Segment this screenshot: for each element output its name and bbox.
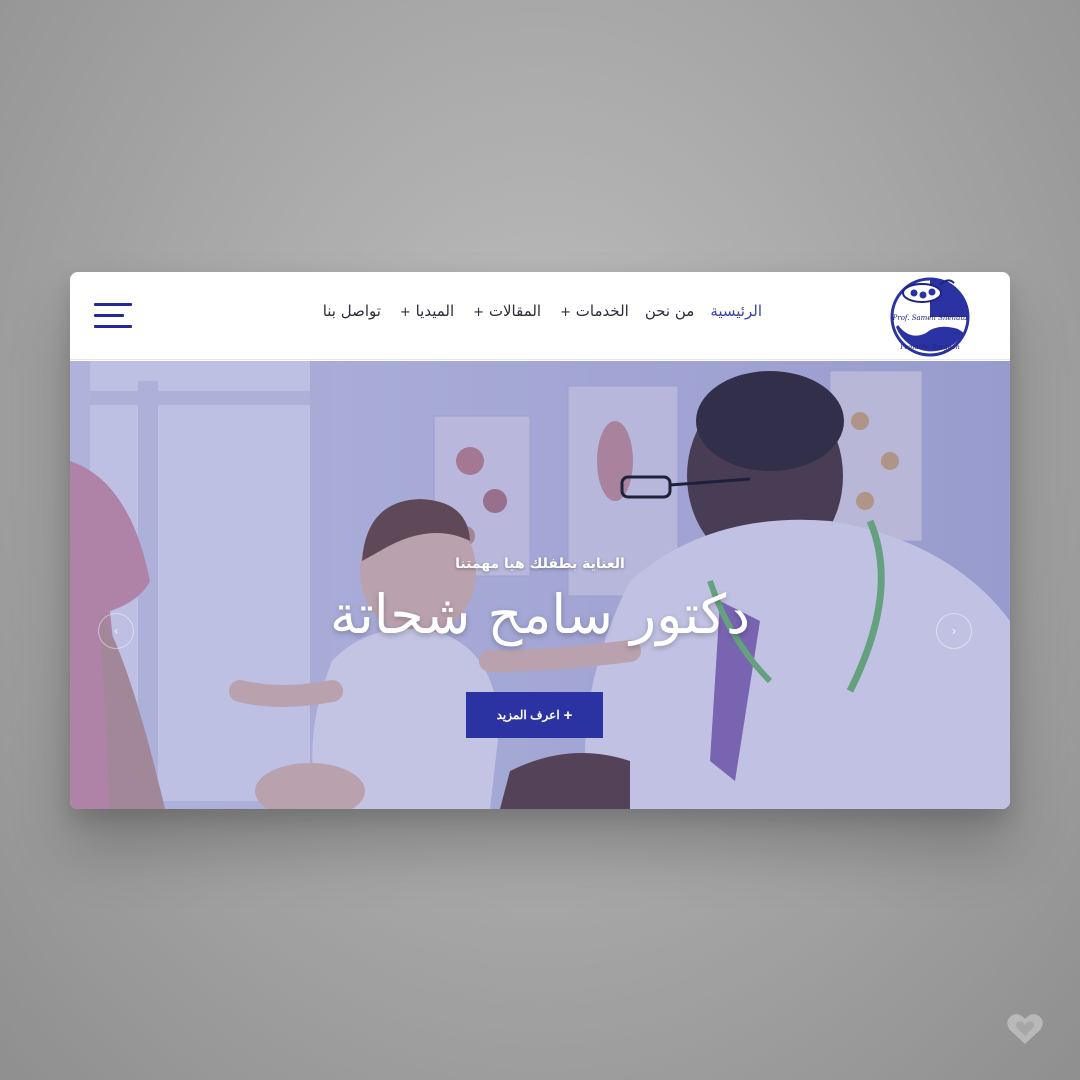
nav-label: من نحن [644, 302, 695, 320]
nav-item-about[interactable]: من نحن [645, 302, 695, 320]
nav-item-media[interactable]: الميديا + [397, 302, 454, 320]
logo-role: Pediatric Surgeon [899, 343, 959, 351]
nav-item-home[interactable]: الرئيسية [710, 302, 762, 320]
nav-item-services[interactable]: الخدمات + [557, 302, 629, 320]
nav-label: الرئيسية [710, 302, 762, 320]
main-nav: الرئيسية من نحن الخدمات + المقالات + الم… [323, 302, 762, 320]
heart-icon [1007, 1014, 1043, 1044]
hero-slider: العناية بطفلك هيا مهمتنا دكتور سامح شحات… [70, 361, 1010, 809]
submenu-plus-icon: + [473, 305, 485, 320]
site-logo[interactable]: Prof. Sameh Shehata Pediatric Surgeon [888, 275, 972, 357]
nav-label: تواصل بنا [322, 302, 381, 320]
nav-label: الميديا [415, 302, 455, 320]
learn-more-button[interactable]: + اعرف المزيد [466, 692, 603, 738]
learn-more-label: اعرف المزيد [496, 708, 560, 722]
nav-item-articles[interactable]: المقالات + [470, 302, 541, 320]
site-header: Prof. Sameh Shehata Pediatric Surgeon ال… [70, 272, 1010, 360]
slider-prev-arrow-icon[interactable]: ‹ [98, 613, 134, 649]
hero-tagline: العناية بطفلك هيا مهمتنا [455, 556, 625, 572]
plus-icon: + [563, 706, 573, 724]
hero-headline: دكتور سامح شحاتة [329, 583, 751, 646]
hamburger-icon[interactable] [94, 303, 132, 329]
nav-label: المقالات [488, 302, 542, 320]
logo-name: Prof. Sameh Shehata [892, 314, 968, 322]
slider-next-arrow-icon[interactable]: › [936, 613, 972, 649]
browser-frame: Prof. Sameh Shehata Pediatric Surgeon ال… [70, 272, 1010, 809]
submenu-plus-icon: + [560, 305, 572, 320]
nav-item-contact[interactable]: تواصل بنا [323, 302, 381, 320]
nav-label: الخدمات [575, 302, 629, 320]
submenu-plus-icon: + [399, 305, 411, 320]
